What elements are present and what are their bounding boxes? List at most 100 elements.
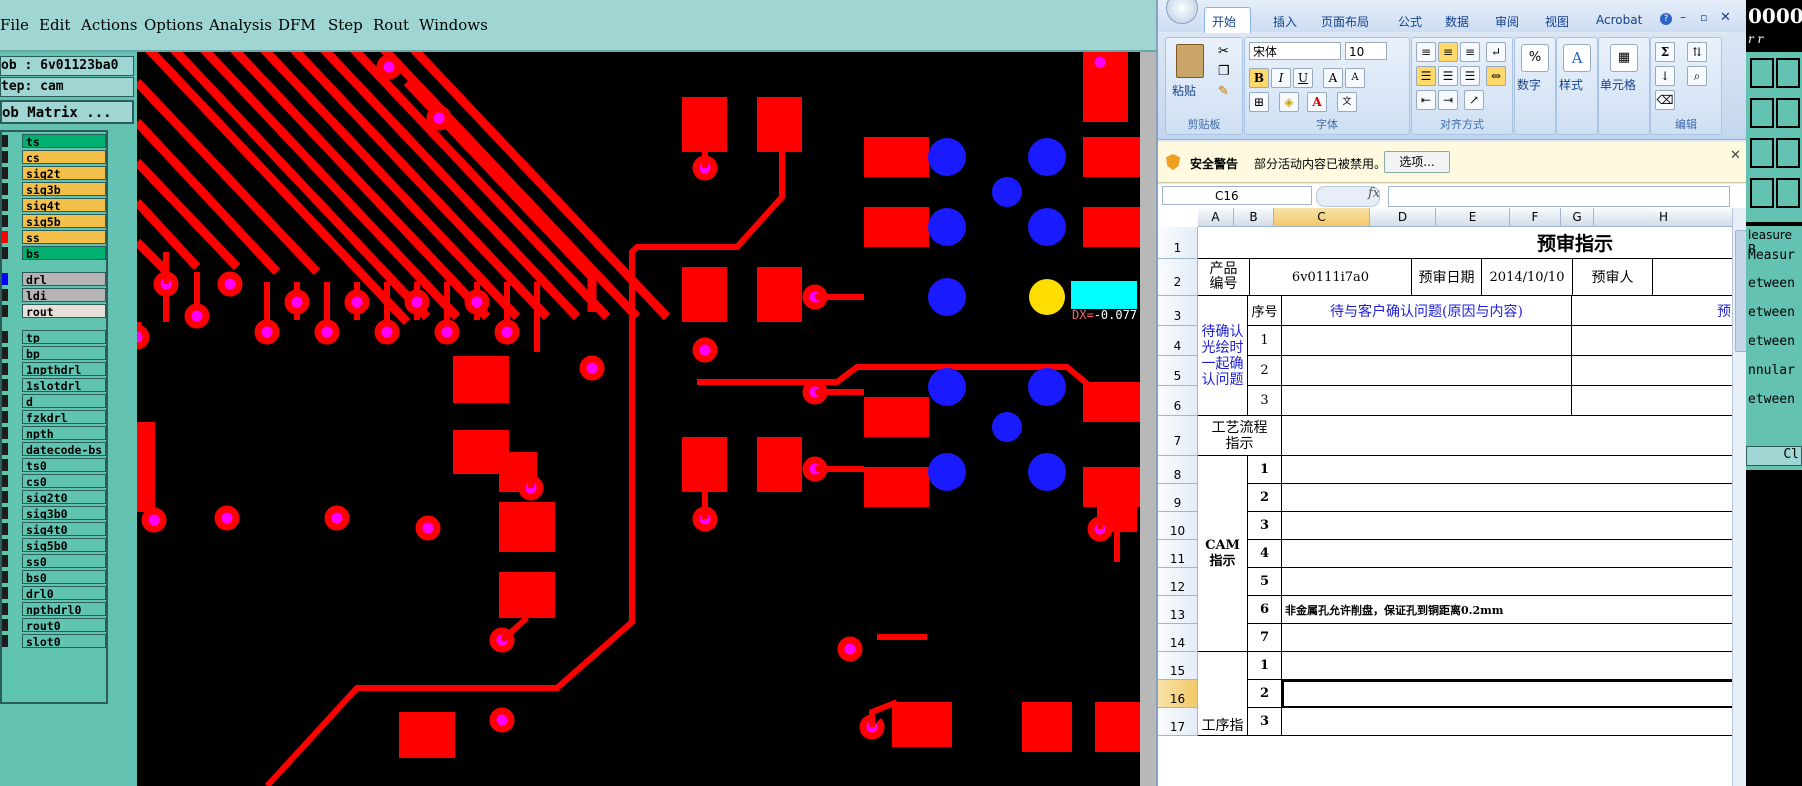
tab-acrobat[interactable]: Acrobat [1596, 13, 1642, 27]
font-color-icon[interactable]: A [1307, 92, 1327, 112]
sheet-title[interactable]: 预审指示 [1198, 227, 1734, 259]
name-box[interactable]: C16 [1162, 186, 1312, 205]
row-header[interactable]: 17 [1158, 708, 1198, 736]
layer-checkbox[interactable] [2, 231, 8, 243]
menu-dfm[interactable]: DFM [278, 16, 316, 34]
cam-seq-number[interactable]: 2 [1248, 484, 1282, 512]
cells-icon[interactable]: ▦ [1610, 44, 1638, 72]
proc-seq-number[interactable]: 3 [1248, 708, 1282, 736]
layer-checkbox[interactable] [2, 635, 8, 647]
layer-name[interactable]: sig2t0 [22, 490, 106, 504]
issue-cell[interactable] [1282, 326, 1572, 356]
cam-instruction-cell[interactable]: 非金属孔允许削盘，保证孔到铜距离0.2mm [1282, 596, 1734, 624]
format-painter-icon[interactable]: ✎ [1218, 84, 1229, 99]
layer-row[interactable]: ldi [2, 288, 106, 303]
layer-name[interactable]: bp [22, 346, 106, 360]
layer-row[interactable]: ss0 [2, 554, 106, 569]
layer-checkbox[interactable] [2, 363, 8, 375]
layer-row[interactable]: sig2t0 [2, 490, 106, 505]
date-value[interactable]: 2014/10/10 [1482, 259, 1573, 296]
seq-number[interactable]: 2 [1248, 356, 1282, 386]
cam-instruction-cell[interactable] [1282, 568, 1734, 596]
row-header[interactable]: 16 [1158, 680, 1198, 708]
percent-icon[interactable]: % [1521, 44, 1549, 72]
layer-checkbox[interactable] [2, 289, 8, 301]
cam-label[interactable]: CAM指示 [1198, 456, 1248, 652]
find-icon[interactable]: ⌕ [1687, 66, 1707, 86]
fill-icon[interactable]: ↓ [1655, 66, 1675, 86]
menu-edit[interactable]: Edit [39, 16, 70, 34]
layer-row[interactable]: ts [2, 134, 106, 149]
row-header[interactable]: 4 [1158, 326, 1198, 356]
proc-cell[interactable] [1282, 708, 1734, 736]
layer-checkbox[interactable] [2, 199, 8, 211]
seq-number[interactable]: 3 [1248, 386, 1282, 416]
underline-icon[interactable]: U [1293, 68, 1313, 88]
cam-instruction-cell[interactable] [1282, 456, 1734, 484]
layer-row[interactable]: datecode-bs [2, 442, 106, 457]
cam-seq-number[interactable]: 3 [1248, 512, 1282, 540]
style-button[interactable]: 样式 [1559, 76, 1583, 93]
layer-row[interactable]: drl [2, 272, 106, 287]
tab-home[interactable]: 开始 [1212, 13, 1236, 30]
layer-name[interactable]: ss0 [22, 554, 106, 568]
row-header[interactable]: 2 [1158, 259, 1198, 296]
menu-file[interactable]: File [0, 16, 29, 34]
layer-row[interactable]: npthdrl0 [2, 602, 106, 617]
reviewer-label[interactable]: 预审人 [1573, 259, 1653, 296]
layer-name[interactable]: bs [22, 246, 106, 260]
layer-row[interactable]: d [2, 394, 106, 409]
autosum-icon[interactable]: Σ [1655, 42, 1675, 62]
layer-name[interactable]: slot0 [22, 634, 106, 648]
layer-checkbox[interactable] [2, 411, 8, 423]
layer-name[interactable]: sig4t0 [22, 522, 106, 536]
layer-checkbox[interactable] [2, 151, 8, 163]
align-center-icon[interactable]: ☰ [1438, 66, 1458, 86]
layer-checkbox[interactable] [2, 395, 8, 407]
fx-label[interactable]: fx [1368, 186, 1380, 201]
layer-checkbox[interactable] [2, 475, 8, 487]
measure-tool-icon[interactable] [1776, 138, 1800, 168]
issue-cell[interactable] [1282, 386, 1572, 416]
layer-row[interactable]: sig5b [2, 214, 106, 229]
layer-name[interactable]: sig3b0 [22, 506, 106, 520]
proc-seq-number[interactable]: 2 [1248, 680, 1282, 708]
layer-checkbox[interactable] [2, 555, 8, 567]
row-header[interactable]: 8 [1158, 456, 1198, 484]
issue-cell[interactable] [1282, 356, 1572, 386]
column-header[interactable]: H [1594, 208, 1734, 227]
measure-item[interactable]: etween [1748, 276, 1795, 291]
layer-checkbox[interactable] [2, 167, 8, 179]
row-header[interactable]: 7 [1158, 416, 1198, 456]
align-top-icon[interactable]: ≡ [1416, 42, 1436, 62]
measure-tool-icon[interactable] [1750, 58, 1774, 88]
column-header[interactable]: E [1436, 208, 1510, 227]
layer-name[interactable]: npth [22, 426, 106, 440]
row-header[interactable]: 5 [1158, 356, 1198, 386]
layer-row[interactable]: rout0 [2, 618, 106, 633]
minimize-icon[interactable]: – [1680, 10, 1686, 24]
layer-checkbox[interactable] [2, 587, 8, 599]
layer-name[interactable]: ldi [22, 288, 106, 302]
proc-cell[interactable] [1282, 680, 1734, 708]
layer-row[interactable]: sig4t0 [2, 522, 106, 537]
measure-item[interactable]: nnular [1748, 363, 1795, 378]
pcb-canvas[interactable] [137, 52, 1140, 786]
layer-name[interactable]: sig5b0 [22, 538, 106, 552]
layer-checkbox[interactable] [2, 571, 8, 583]
layer-row[interactable]: 1npthdrl [2, 362, 106, 377]
layer-name[interactable]: ts [22, 134, 106, 148]
pre-cell[interactable] [1572, 356, 1734, 386]
layer-checkbox[interactable] [2, 183, 8, 195]
tab-review[interactable]: 审阅 [1495, 13, 1519, 30]
menu-actions[interactable]: Actions [81, 16, 137, 34]
process-label[interactable]: 工艺流程指示 [1198, 416, 1282, 456]
layer-row[interactable]: npth [2, 426, 106, 441]
cam-instruction-cell[interactable] [1282, 540, 1734, 568]
cam-seq-number[interactable]: 4 [1248, 540, 1282, 568]
layer-checkbox[interactable] [2, 331, 8, 343]
restore-icon[interactable]: ▫ [1700, 11, 1707, 24]
cam-seq-number[interactable]: 6 [1248, 596, 1282, 624]
layer-name[interactable]: rout0 [22, 618, 106, 632]
layer-checkbox[interactable] [2, 539, 8, 551]
